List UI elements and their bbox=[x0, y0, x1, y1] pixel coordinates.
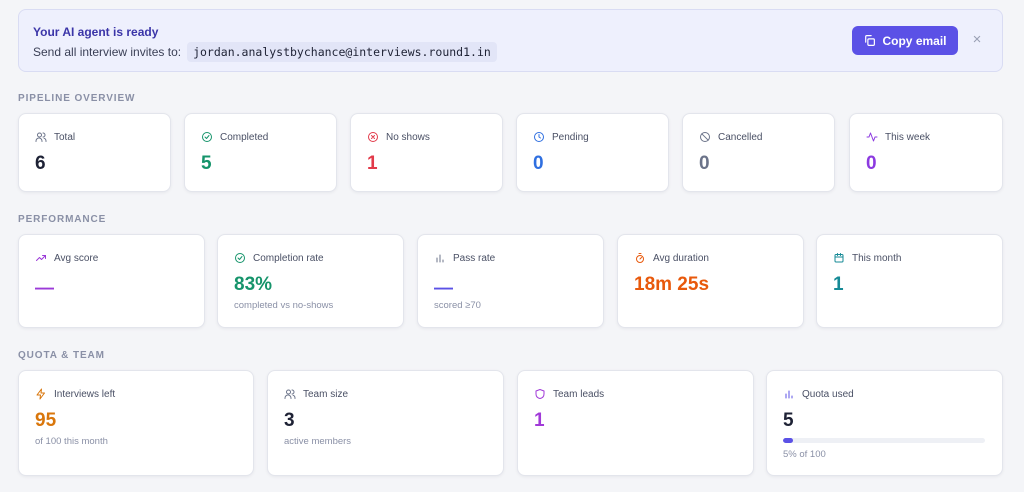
stat-card-completion-rate: Completion rate 83% completed vs no-show… bbox=[217, 234, 404, 328]
activity-icon bbox=[866, 132, 878, 142]
copy-email-label: Copy email bbox=[882, 33, 947, 48]
stat-value: 6 bbox=[35, 153, 46, 174]
quota-progress-bar bbox=[783, 438, 985, 443]
stat-value: — bbox=[35, 278, 54, 299]
agent-email[interactable]: jordan.analystbychance@interviews.round1… bbox=[187, 42, 497, 62]
copy-email-button[interactable]: Copy email bbox=[852, 26, 958, 55]
stat-card-this-month: This month 1 bbox=[816, 234, 1003, 328]
section-pipeline-overview: PIPELINE OVERVIEW bbox=[18, 93, 136, 104]
users-icon bbox=[284, 389, 296, 399]
stat-card-this-week: This week 0 bbox=[849, 113, 1003, 192]
stat-label: No shows bbox=[386, 131, 430, 143]
stat-card-cancelled: Cancelled 0 bbox=[682, 113, 835, 192]
stat-value: 1 bbox=[833, 274, 844, 295]
section-quota-team: QUOTA & TEAM bbox=[18, 350, 105, 361]
stat-label: Interviews left bbox=[54, 388, 116, 400]
stat-sub: scored ≥70 bbox=[434, 300, 481, 311]
stat-label: Team leads bbox=[553, 388, 605, 400]
stat-card-avg-duration: Avg duration 18m 25s bbox=[617, 234, 804, 328]
banner-title: Your AI agent is ready bbox=[33, 25, 159, 39]
stat-sub: 5% of 100 bbox=[783, 449, 826, 460]
section-performance: PERFORMANCE bbox=[18, 214, 107, 225]
stat-card-team-size: Team size 3 active members bbox=[267, 370, 504, 476]
stat-value: 3 bbox=[284, 410, 295, 431]
stat-value: 0 bbox=[533, 153, 544, 174]
stat-value: 1 bbox=[534, 410, 545, 431]
stat-value: 83% bbox=[234, 274, 273, 295]
check-circle-icon bbox=[235, 253, 245, 263]
stat-label: Quota used bbox=[802, 388, 854, 400]
stat-card-total: Total 6 bbox=[18, 113, 171, 192]
stat-label: Avg score bbox=[54, 252, 99, 264]
stat-label: Team size bbox=[303, 388, 349, 400]
calendar-icon bbox=[834, 253, 844, 263]
stat-sub: of 100 this month bbox=[35, 436, 108, 447]
stat-card-quota-used: Quota used 5 5% of 100 bbox=[766, 370, 1003, 476]
agent-ready-banner: Your AI agent is ready Send all intervie… bbox=[18, 9, 1003, 72]
stat-value: 0 bbox=[699, 153, 710, 174]
stat-card-no-shows: No shows 1 bbox=[350, 113, 503, 192]
stat-card-completed: Completed 5 bbox=[184, 113, 337, 192]
stat-value: 95 bbox=[35, 410, 57, 431]
stat-value: 18m 25s bbox=[634, 274, 710, 295]
stat-value: 0 bbox=[866, 153, 877, 174]
x-circle-icon bbox=[368, 132, 378, 142]
banner-text-line: Send all interview invites to: jordan.an… bbox=[33, 42, 497, 62]
stat-sub: completed vs no-shows bbox=[234, 300, 334, 311]
bar-chart-icon bbox=[436, 254, 444, 263]
stat-label: Total bbox=[54, 131, 76, 143]
stat-label: Pass rate bbox=[453, 252, 496, 264]
stat-value: — bbox=[434, 278, 453, 299]
check-circle-icon bbox=[202, 132, 212, 142]
timer-icon bbox=[636, 253, 644, 263]
stat-value: 5 bbox=[201, 153, 212, 174]
stat-sub: active members bbox=[284, 436, 352, 447]
stat-card-team-leads: Team leads 1 bbox=[517, 370, 754, 476]
stat-value: 5 bbox=[783, 410, 794, 431]
bolt-icon bbox=[36, 388, 45, 400]
close-icon[interactable]: × bbox=[969, 32, 985, 48]
stat-label: Cancelled bbox=[718, 131, 763, 143]
stat-card-avg-score: Avg score — bbox=[18, 234, 205, 328]
copy-icon bbox=[865, 35, 876, 46]
stat-label: Completion rate bbox=[253, 252, 324, 264]
stat-card-pending: Pending 0 bbox=[516, 113, 669, 192]
trend-icon bbox=[36, 255, 46, 261]
clock-icon bbox=[534, 132, 544, 142]
bar-chart-icon bbox=[785, 390, 793, 399]
stat-label: This week bbox=[885, 131, 931, 143]
banner-text: Send all interview invites to: bbox=[33, 45, 182, 59]
stat-label: Avg duration bbox=[653, 252, 709, 264]
shield-icon bbox=[535, 389, 545, 399]
stat-card-interviews-left: Interviews left 95 of 100 this month bbox=[18, 370, 254, 476]
stat-card-pass-rate: Pass rate — scored ≥70 bbox=[417, 234, 604, 328]
stat-value: 1 bbox=[367, 153, 378, 174]
users-icon bbox=[35, 132, 47, 142]
quota-progress-fill bbox=[783, 438, 794, 443]
stat-label: Completed bbox=[220, 131, 269, 143]
stat-label: This month bbox=[852, 252, 902, 264]
ban-icon bbox=[700, 132, 710, 142]
stat-label: Pending bbox=[552, 131, 589, 143]
